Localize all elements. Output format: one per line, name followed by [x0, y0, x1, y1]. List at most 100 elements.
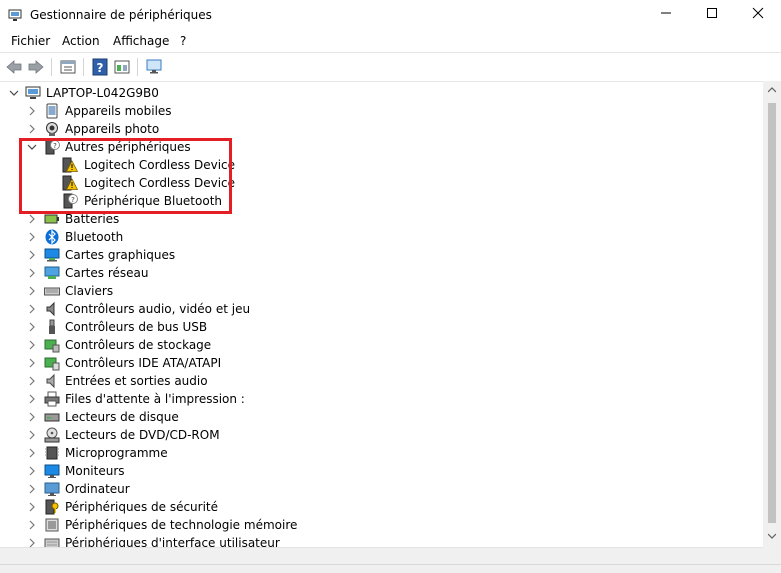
chevron-right-icon[interactable]	[26, 516, 38, 534]
chevron-right-icon[interactable]	[26, 372, 38, 390]
speaker-icon	[46, 373, 55, 389]
menu-bar: Fichier Action Affichage ?	[0, 31, 781, 52]
chevron-right-icon[interactable]	[26, 408, 38, 426]
scroll-down-icon[interactable]	[768, 533, 776, 539]
tree-category-label: Contrôleurs de bus USB	[65, 320, 208, 334]
printer-icon	[44, 391, 60, 407]
bluetooth-icon	[45, 229, 59, 245]
tree-category[interactable]: Moniteurs	[0, 462, 763, 480]
monitor-scan-icon[interactable]	[145, 58, 163, 76]
disk-drive-icon	[44, 413, 60, 422]
tree-category[interactable]: Périphériques d'interface utilisateur	[0, 534, 763, 547]
tree-category-label: Lecteurs de disque	[65, 410, 179, 424]
tree-category-label: Périphériques d'interface utilisateur	[65, 536, 280, 547]
tree-category[interactable]: Périphériques de sécurité	[0, 498, 763, 516]
tree-category[interactable]: Lecteurs de DVD/CD-ROM	[0, 426, 763, 444]
tree-category-label: Entrées et sorties audio	[65, 374, 208, 388]
tree-root-label: LAPTOP-L042G9B0	[46, 86, 159, 100]
chevron-down-icon[interactable]	[8, 84, 20, 102]
tree-category[interactable]: Cartes réseau	[0, 264, 763, 282]
tree-category[interactable]: Appareils mobiles	[0, 102, 763, 120]
tree-category[interactable]: Files d'attente à l'impression :	[0, 390, 763, 408]
tree-category[interactable]: Ordinateur	[0, 480, 763, 498]
chevron-right-icon[interactable]	[26, 534, 38, 547]
mobile-device-icon	[46, 103, 58, 119]
vertical-scrollbar[interactable]	[763, 81, 781, 547]
tree-category[interactable]: Contrôleurs IDE ATA/ATAPI	[0, 354, 763, 372]
close-button[interactable]	[735, 0, 781, 31]
camera-icon	[46, 122, 58, 136]
help-icon[interactable]: ?	[91, 58, 109, 76]
menu-fichier[interactable]: Fichier	[11, 34, 50, 48]
tree-category[interactable]: Claviers	[0, 282, 763, 300]
monitor-icon	[44, 464, 60, 478]
svg-text:?: ?	[97, 61, 104, 75]
scroll-up-icon[interactable]	[768, 87, 776, 93]
toolbar-separator	[83, 58, 84, 76]
security-device-icon	[45, 499, 59, 515]
tree-category[interactable]: Contrôleurs audio, vidéo et jeu	[0, 300, 763, 318]
back-arrow-icon[interactable]	[5, 58, 23, 76]
toolbar-separator	[51, 58, 52, 76]
storage-controller-icon	[44, 339, 60, 353]
toolbar-separator	[137, 58, 138, 76]
forward-arrow-icon[interactable]	[27, 58, 45, 76]
window-title: Gestionnaire de périphériques	[30, 8, 212, 22]
computer-icon	[25, 86, 41, 99]
menu-help[interactable]: ?	[180, 34, 186, 48]
tree-category[interactable]: Contrôleurs de bus USB	[0, 318, 763, 336]
minimize-icon	[661, 12, 671, 14]
tree-category-label: Contrôleurs audio, vidéo et jeu	[65, 302, 251, 316]
toolbar: ?	[0, 52, 781, 82]
menu-affichage[interactable]: Affichage	[113, 34, 169, 48]
tree-category-label: Files d'attente à l'impression :	[65, 392, 245, 406]
chevron-right-icon[interactable]	[26, 318, 38, 336]
update-driver-icon[interactable]	[113, 58, 131, 76]
tree-category-label: Lecteurs de DVD/CD-ROM	[65, 428, 220, 442]
chevron-right-icon[interactable]	[26, 390, 38, 408]
tree-category[interactable]: Lecteurs de disque	[0, 408, 763, 426]
keyboard-icon	[44, 287, 60, 296]
chevron-right-icon[interactable]	[26, 264, 38, 282]
scrollbar-thumb[interactable]	[768, 103, 776, 523]
tree-category[interactable]: Périphériques de technologie mémoire	[0, 516, 763, 534]
tree-category-label: Appareils photo	[65, 122, 160, 136]
chevron-right-icon[interactable]	[26, 246, 38, 264]
chevron-right-icon[interactable]	[26, 300, 38, 318]
chevron-right-icon[interactable]	[26, 282, 38, 300]
chevron-right-icon[interactable]	[26, 462, 38, 480]
tree-category[interactable]: Contrôleurs de stockage	[0, 336, 763, 354]
tree-category-label: Batteries	[65, 212, 120, 226]
tree-root[interactable]: LAPTOP-L042G9B0	[0, 84, 763, 102]
tree-category[interactable]: Bluetooth	[0, 228, 763, 246]
dvd-drive-icon	[44, 427, 60, 443]
horizontal-scrollbar[interactable]	[0, 547, 763, 565]
tree-category[interactable]: Appareils photo	[0, 120, 763, 138]
maximize-icon	[707, 8, 717, 18]
chevron-right-icon[interactable]	[26, 120, 38, 138]
tree-category-label: Claviers	[65, 284, 114, 298]
hid-device-icon	[44, 538, 60, 547]
chevron-right-icon[interactable]	[26, 228, 38, 246]
tree-category-label: Moniteurs	[65, 464, 125, 478]
minimize-button[interactable]	[643, 0, 689, 31]
tree-category[interactable]: Cartes graphiques	[0, 246, 763, 264]
chevron-right-icon[interactable]	[26, 480, 38, 498]
usb-icon	[49, 319, 55, 334]
chevron-right-icon[interactable]	[26, 336, 38, 354]
tree-category-label: Cartes graphiques	[65, 248, 176, 262]
tree-category[interactable]: Microprogramme	[0, 444, 763, 462]
title-bar: Gestionnaire de périphériques	[0, 0, 781, 31]
chevron-right-icon[interactable]	[26, 102, 38, 120]
firmware-icon	[45, 446, 59, 460]
chevron-right-icon[interactable]	[26, 426, 38, 444]
tree-category-label: Périphériques de sécurité	[65, 500, 219, 514]
tree-category[interactable]: Entrées et sorties audio	[0, 372, 763, 390]
chevron-right-icon[interactable]	[26, 498, 38, 516]
properties-icon[interactable]	[59, 58, 77, 76]
maximize-button[interactable]	[689, 0, 735, 31]
chevron-right-icon[interactable]	[26, 444, 38, 462]
chevron-right-icon[interactable]	[26, 354, 38, 372]
computer-icon	[44, 482, 60, 496]
menu-action[interactable]: Action	[62, 34, 100, 48]
